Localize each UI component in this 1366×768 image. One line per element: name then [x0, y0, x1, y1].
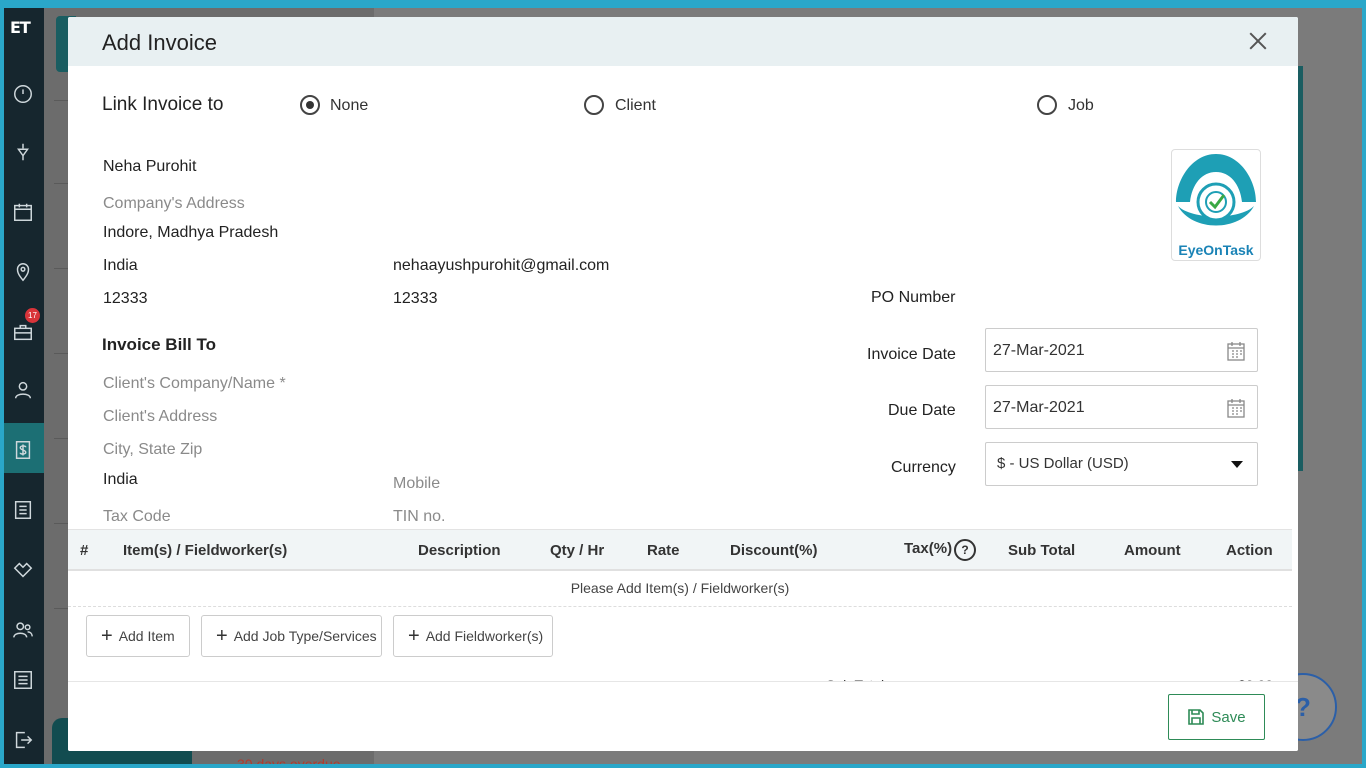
col-amount: Amount: [1124, 542, 1181, 559]
col-discount: Discount(%): [730, 542, 818, 559]
plus-icon: +: [101, 625, 113, 647]
add-fieldworker-button[interactable]: + Add Fieldworker(s): [393, 615, 553, 657]
add-invoice-modal: Add Invoice Link Invoice to None Client …: [68, 17, 1298, 751]
po-number-label: PO Number: [871, 289, 956, 306]
settings-sliders-icon[interactable]: [11, 668, 35, 692]
client-tin-field[interactable]: TIN no.: [393, 508, 445, 526]
plus-icon: +: [408, 625, 420, 647]
calendar-icon[interactable]: [11, 200, 35, 224]
sender-email[interactable]: nehaayushpurohit@gmail.com: [393, 257, 609, 275]
add-item-button[interactable]: + Add Item: [86, 615, 190, 657]
funnel-icon[interactable]: [11, 140, 35, 164]
col-description: Description: [418, 542, 501, 559]
radio-client-label[interactable]: Client: [615, 97, 656, 115]
client-mobile-field[interactable]: Mobile: [393, 475, 440, 493]
due-date-value: 27-Mar-2021: [993, 399, 1085, 416]
add-job-type-label: Add Job Type/Services: [233, 628, 377, 644]
client-name-field[interactable]: Client's Company/Name *: [103, 375, 286, 393]
briefcase-icon[interactable]: [11, 320, 35, 344]
col-tax: Tax(%): [904, 540, 953, 557]
save-icon: [1188, 709, 1205, 725]
sender-address-field[interactable]: Company's Address: [103, 195, 245, 213]
col-subtotal: Sub Total: [1008, 542, 1076, 559]
logout-icon[interactable]: [11, 728, 35, 752]
app-logo[interactable]: ET: [10, 18, 36, 42]
background-overdue-text: 30 days overdue: [237, 756, 341, 764]
col-action: Action: [1226, 542, 1273, 559]
sender-name[interactable]: Neha Purohit: [103, 158, 196, 176]
plus-icon: +: [216, 625, 228, 647]
invoice-dollar-icon[interactable]: [11, 438, 35, 462]
bill-to-heading: Invoice Bill To: [102, 335, 216, 354]
sender-country[interactable]: India: [103, 257, 138, 275]
col-rate: Rate: [647, 542, 680, 559]
sidebar: ET 17: [4, 8, 44, 764]
sender-city-state[interactable]: Indore, Madhya Pradesh: [103, 224, 278, 242]
invoice-date-value: 27-Mar-2021: [993, 342, 1085, 359]
eye-logo-icon: [1176, 154, 1256, 226]
add-fieldworker-label: Add Fieldworker(s): [425, 628, 544, 644]
logo-text: EyeOnTask: [1178, 242, 1254, 258]
client-city-field[interactable]: City, State Zip: [103, 441, 202, 459]
col-index: #: [80, 542, 89, 559]
client-address-field[interactable]: Client's Address: [103, 408, 217, 426]
currency-select[interactable]: $ - US Dollar (USD): [985, 442, 1258, 486]
client-country[interactable]: India: [103, 471, 138, 489]
sender-zip[interactable]: 12333: [103, 290, 148, 308]
radio-none-label[interactable]: None: [330, 97, 368, 115]
currency-label: Currency: [891, 459, 956, 476]
calendar-icon[interactable]: [1227, 341, 1245, 361]
tax-help-icon[interactable]: ?: [954, 539, 976, 561]
due-date-input[interactable]: 27-Mar-2021: [985, 385, 1258, 429]
col-items: Item(s) / Fieldworker(s): [123, 542, 288, 559]
handshake-icon[interactable]: [11, 558, 35, 582]
save-label: Save: [1211, 708, 1246, 726]
team-icon[interactable]: [11, 618, 35, 642]
dashboard-icon[interactable]: [11, 82, 35, 106]
modal-header: Add Invoice: [68, 17, 1298, 66]
currency-value: $ - US Dollar (USD): [997, 455, 1129, 472]
items-table-header: # Item(s) / Fieldworker(s) Description Q…: [68, 529, 1292, 571]
radio-none[interactable]: [300, 95, 320, 115]
empty-table-message: Please Add Item(s) / Fieldworker(s): [68, 570, 1292, 607]
invoice-date-label: Invoice Date: [867, 346, 956, 363]
save-button[interactable]: Save: [1168, 694, 1265, 740]
radio-job-label[interactable]: Job: [1068, 97, 1094, 115]
radio-job[interactable]: [1037, 95, 1057, 115]
checklist-icon[interactable]: [11, 498, 35, 522]
col-qty: Qty / Hr: [550, 542, 605, 559]
client-tax-code-field[interactable]: Tax Code: [103, 508, 171, 526]
modal-footer: Save: [68, 681, 1298, 751]
chevron-down-icon[interactable]: [1231, 461, 1243, 468]
add-item-label: Add Item: [118, 628, 175, 644]
map-pin-icon[interactable]: [11, 260, 35, 284]
invoice-date-input[interactable]: 27-Mar-2021: [985, 328, 1258, 372]
due-date-label: Due Date: [888, 402, 956, 419]
notification-badge: 17: [25, 308, 40, 323]
radio-client[interactable]: [584, 95, 604, 115]
add-job-type-button[interactable]: + Add Job Type/Services: [201, 615, 382, 657]
sender-phone[interactable]: 12333: [393, 290, 438, 308]
close-icon[interactable]: [1246, 29, 1270, 53]
company-logo[interactable]: EyeOnTask: [1171, 149, 1261, 261]
user-icon[interactable]: [11, 378, 35, 402]
link-invoice-label: Link Invoice to: [102, 94, 224, 115]
modal-title: Add Invoice: [102, 30, 217, 55]
calendar-icon[interactable]: [1227, 398, 1245, 418]
